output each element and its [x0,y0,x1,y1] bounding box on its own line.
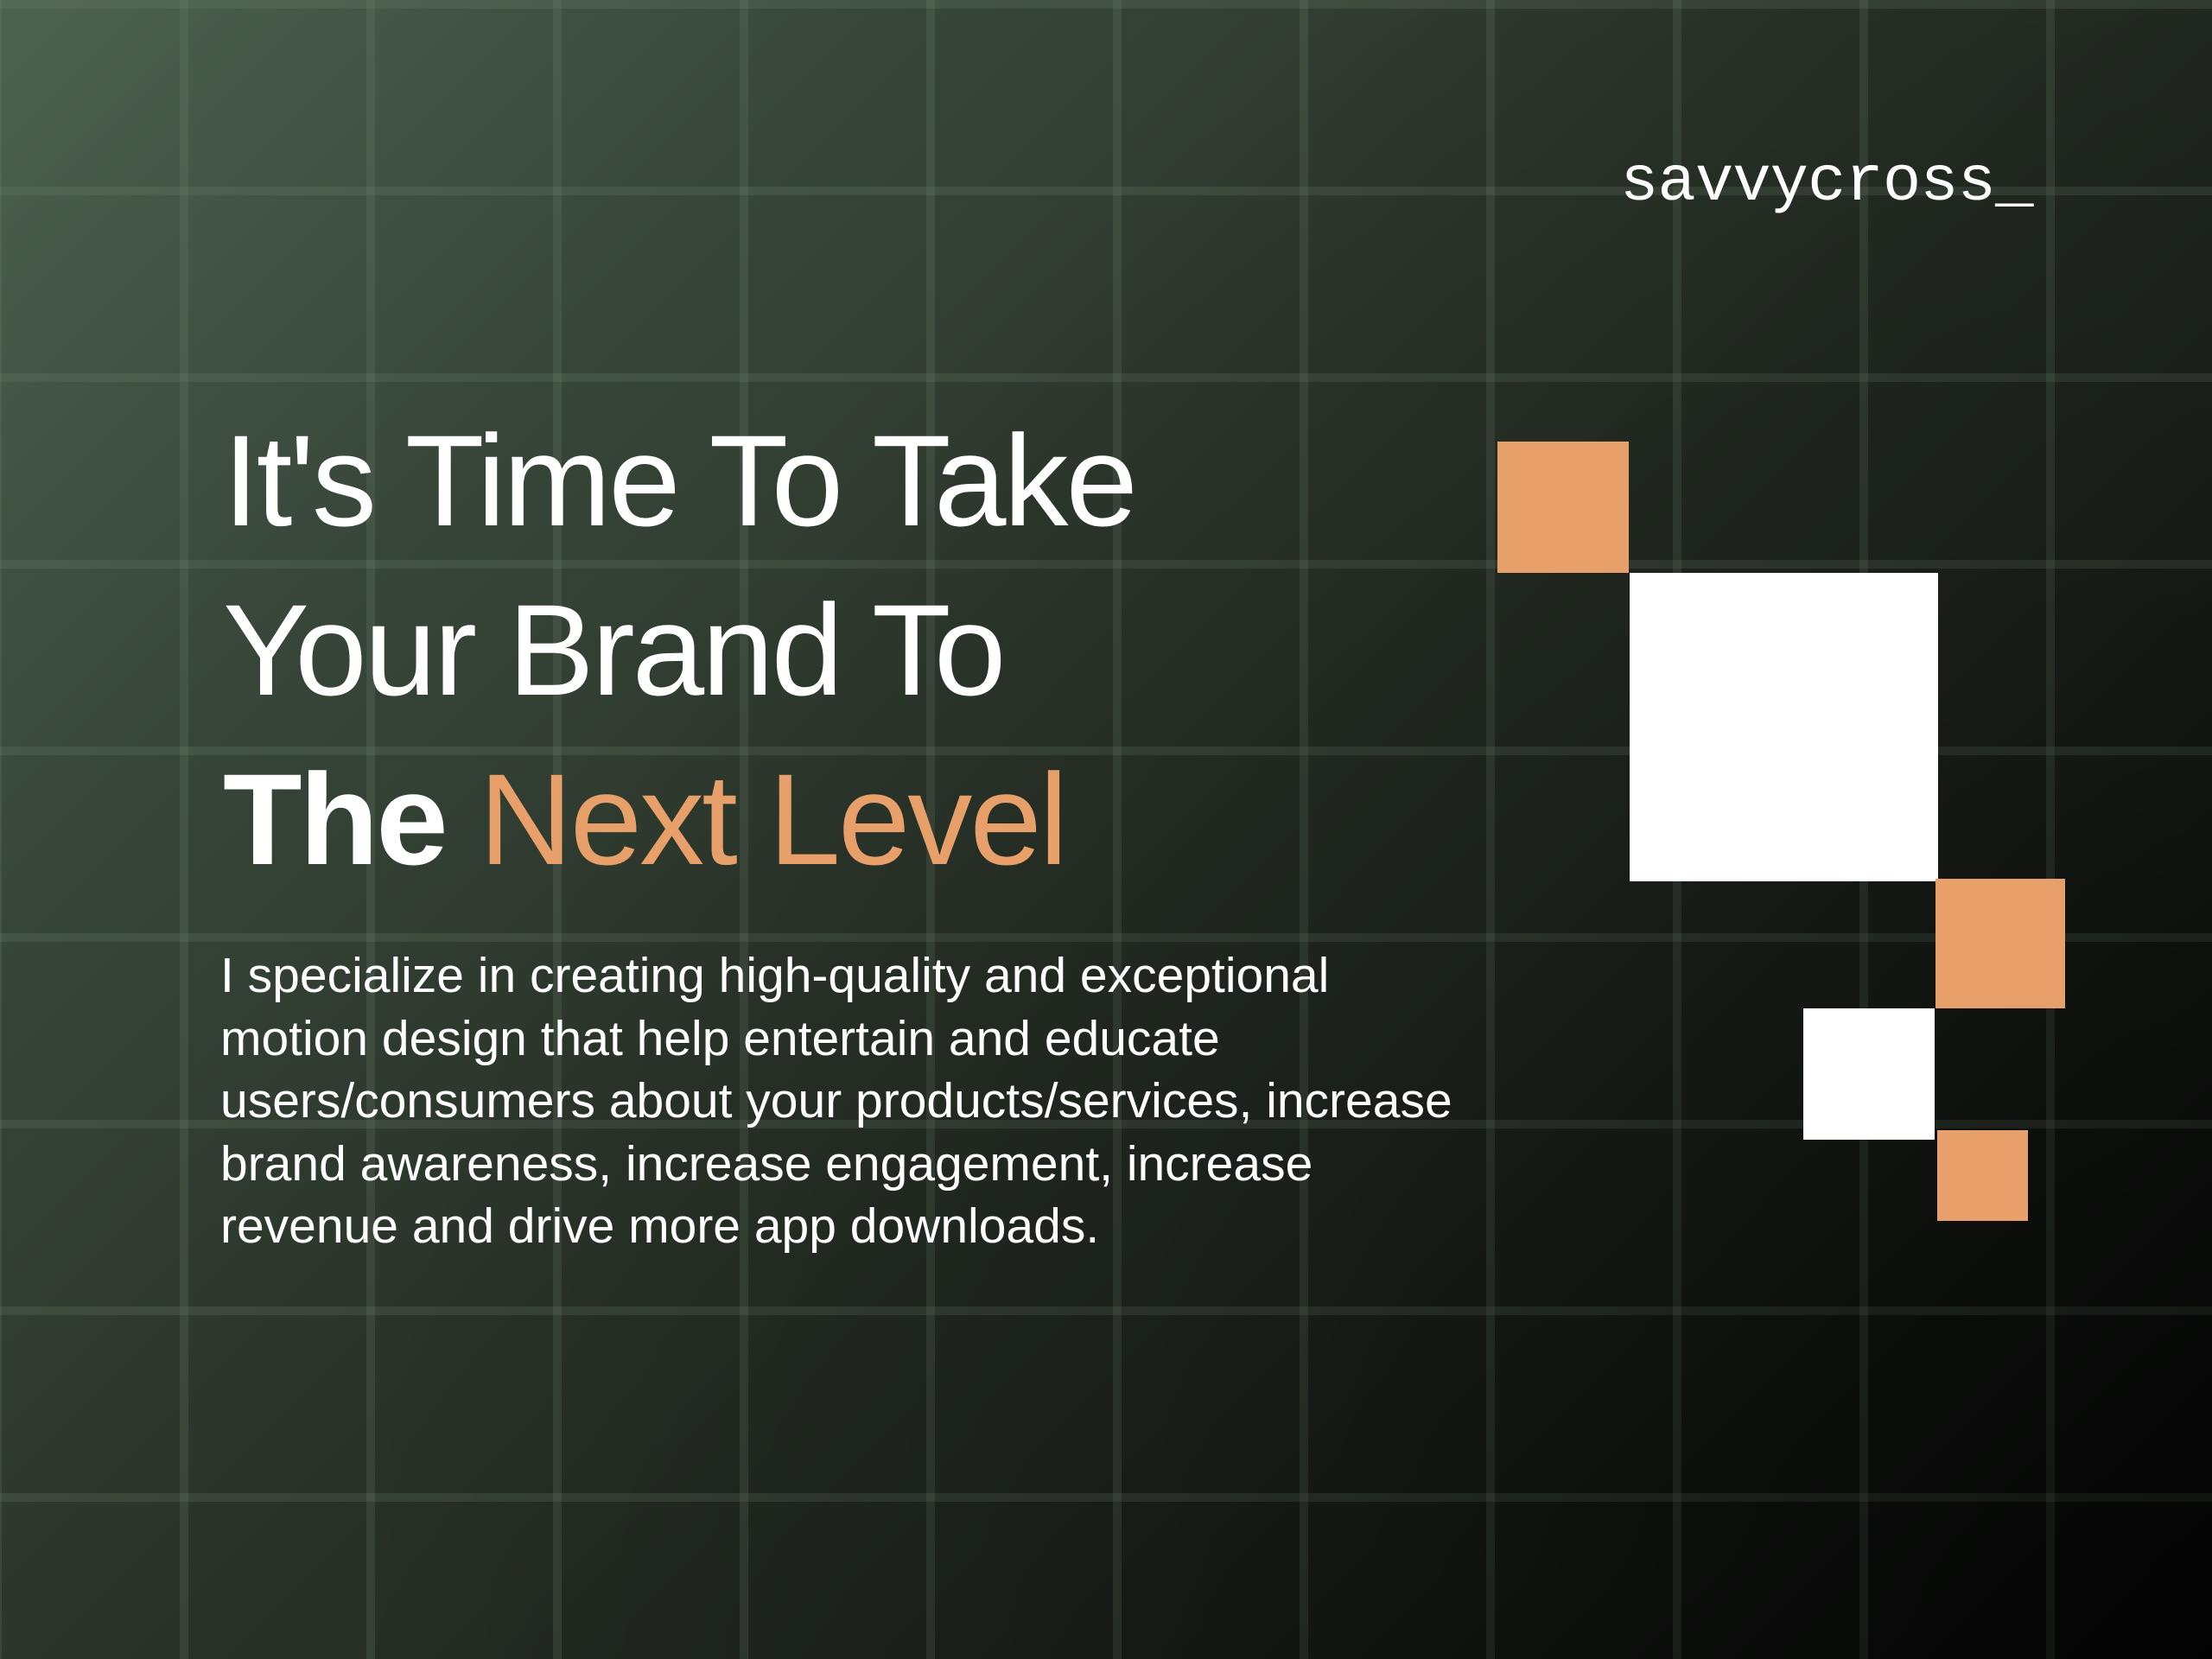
headline-accent: Next Level [479,747,1068,892]
white-square-small [1803,1008,1935,1140]
headline-the: The [223,747,448,892]
description-text: I specialize in creating high-quality an… [220,948,1452,1254]
brand-logo: savvycross_ [1620,147,2033,219]
orange-square-middle [1936,879,2065,1008]
headline-line-1: It's Time To Take [223,408,1138,553]
headline: It's Time To Take Your Brand To The Next… [223,396,1138,904]
headline-line-2: Your Brand To [223,577,1006,722]
orange-square-bottom [1937,1130,2028,1221]
headline-line-3: The Next Level [223,734,1135,904]
orange-square-top [1497,442,1629,573]
white-square-large [1630,573,1938,881]
